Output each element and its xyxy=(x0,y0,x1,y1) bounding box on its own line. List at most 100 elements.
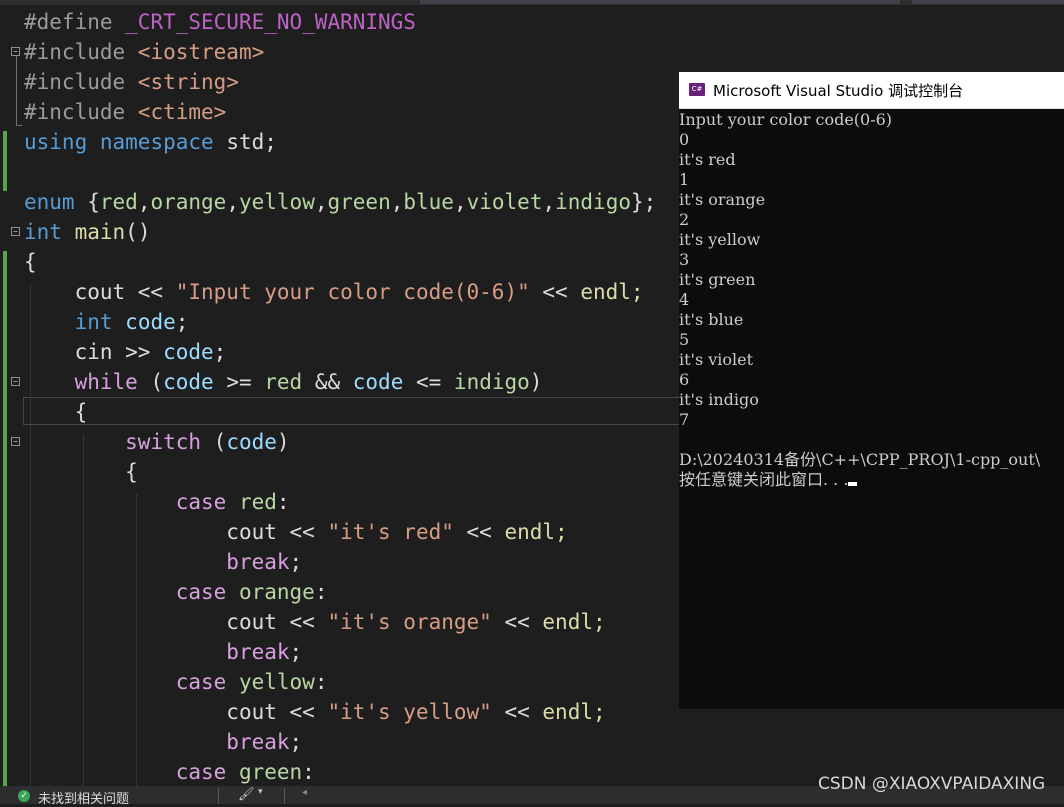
semicolon: ; xyxy=(289,550,303,574)
semicolon: ; xyxy=(289,640,303,664)
variable-code: code xyxy=(352,370,404,394)
code-line-case-yellow[interactable]: case yellow: xyxy=(24,667,328,697)
brush-icon[interactable]: 🖌 xyxy=(238,787,255,802)
endl-manipulator: endl; xyxy=(504,520,568,544)
main-parens: () xyxy=(125,220,151,244)
variable-code: code xyxy=(163,370,214,394)
code-line-case-orange[interactable]: case orange: xyxy=(24,577,328,607)
code-line-using[interactable]: using namespace std; xyxy=(24,127,277,157)
colon: : xyxy=(276,490,290,514)
console-line: 5 xyxy=(679,330,690,349)
console-output[interactable]: Input your color code(0-6) 0 it's red 1 … xyxy=(679,110,1064,490)
watermark: CSDN @XIAOXVPAIDAXING xyxy=(818,774,1046,794)
include-header: <string> xyxy=(137,70,239,94)
cout-stream: cout << xyxy=(226,520,328,544)
code-line-cout-red[interactable]: cout << "it's red" << endl; xyxy=(24,517,568,547)
debug-console-window[interactable]: C# Microsoft Visual Studio 调试控制台 Input y… xyxy=(679,72,1064,709)
chevron-down-icon[interactable]: ▾ xyxy=(258,787,263,797)
scroll-left-icon[interactable]: ◂ xyxy=(302,787,307,798)
stream-operator: << xyxy=(491,610,543,634)
collapse-include-block-icon[interactable]: − xyxy=(11,47,20,56)
console-line: it's green xyxy=(679,270,756,289)
outline-line xyxy=(16,56,17,126)
code-line-switch[interactable]: switch (code) xyxy=(24,427,289,457)
console-line: 6 xyxy=(679,370,690,389)
console-title-bar[interactable]: C# Microsoft Visual Studio 调试控制台 xyxy=(679,72,1064,109)
visual-studio-console-icon: C# xyxy=(689,83,705,96)
keyword-case: case xyxy=(175,580,227,604)
collapse-switch-icon[interactable]: − xyxy=(11,437,20,446)
enum-value-green: green xyxy=(327,190,391,214)
text-cursor xyxy=(848,482,858,486)
code-line-case-red[interactable]: case red: xyxy=(24,487,290,517)
include-header: <iostream> xyxy=(137,40,265,64)
keyword-break: break xyxy=(226,550,290,574)
enum-value-blue: blue xyxy=(403,190,454,214)
string-literal: "it's orange" xyxy=(327,610,492,634)
console-line: it's indigo xyxy=(679,390,759,409)
code-line-cin[interactable]: cin >> code; xyxy=(24,337,227,367)
variable-code: code xyxy=(163,340,214,364)
include-header: <ctime> xyxy=(137,100,227,124)
colon: : xyxy=(314,670,328,694)
case-label-orange: orange xyxy=(238,580,315,604)
code-line-int-code[interactable]: int code; xyxy=(24,307,189,337)
outline-end xyxy=(16,125,22,126)
cin-stream: cin >> xyxy=(74,340,164,364)
code-line-while[interactable]: while (code >= red && code <= indigo) xyxy=(24,367,543,397)
open-brace: { xyxy=(125,460,138,484)
console-line: 4 xyxy=(679,290,690,309)
macro-name: _CRT_SECURE_NO_WARNINGS xyxy=(125,10,416,34)
code-line-define[interactable]: #define _CRT_SECURE_NO_WARNINGS xyxy=(24,7,416,37)
check-circle-icon[interactable]: ✓ xyxy=(18,790,30,802)
code-line-include-iostream[interactable]: #include <iostream> xyxy=(24,37,264,67)
code-line-main-open-brace[interactable]: { xyxy=(24,247,37,277)
status-text[interactable]: 未找到相关问题 xyxy=(38,788,129,807)
operator-le: <= xyxy=(403,370,454,394)
endl-manipulator: endl; xyxy=(542,610,606,634)
code-line-cout-orange[interactable]: cout << "it's orange" << endl; xyxy=(24,607,606,637)
code-line-cout-prompt[interactable]: cout << "Input your color code(0-6)" << … xyxy=(24,277,644,307)
code-line-enum[interactable]: enum {red,orange,yellow,green,blue,viole… xyxy=(24,187,656,217)
console-prompt-text: 按任意键关闭此窗口. . . xyxy=(679,470,849,489)
console-line: 3 xyxy=(679,250,690,269)
include-directive: #include xyxy=(24,40,138,64)
while-close-paren: ) xyxy=(529,370,543,394)
keyword-break: break xyxy=(226,730,290,754)
member-dropdown[interactable] xyxy=(912,0,1064,4)
code-line-case-green[interactable]: case green: xyxy=(24,757,315,786)
code-line-break-red[interactable]: break; xyxy=(24,547,302,577)
include-directive: #include xyxy=(24,100,138,124)
cout-stream: cout << xyxy=(74,280,176,304)
colon: : xyxy=(302,760,315,784)
code-line-main[interactable]: int main() xyxy=(24,217,150,247)
keyword-while: while xyxy=(74,370,138,394)
case-label-red: red xyxy=(238,490,277,514)
keyword-case: case xyxy=(175,760,227,784)
console-line: 0 xyxy=(679,130,690,149)
enum-value-violet: violet xyxy=(466,190,543,214)
console-line: it's blue xyxy=(679,310,744,329)
string-literal: "it's red" xyxy=(327,520,454,544)
console-line: D:\20240314备份\C++\CPP_PROJ\1-cpp_out\ xyxy=(679,450,1041,469)
code-line-cout-yellow[interactable]: cout << "it's yellow" << endl; xyxy=(24,697,605,727)
enum-value-indigo: indigo xyxy=(555,190,631,214)
code-line-include-ctime[interactable]: #include <ctime> xyxy=(24,97,226,127)
stream-operator: << xyxy=(529,280,581,304)
code-line-switch-open-brace[interactable]: { xyxy=(24,457,138,487)
code-line-break-orange[interactable]: break; xyxy=(24,637,302,667)
namespace-std: std; xyxy=(226,130,277,154)
keyword-int: int xyxy=(74,310,113,334)
navigation-dropdown[interactable] xyxy=(420,0,900,4)
code-line-break-yellow[interactable]: break; xyxy=(24,727,302,757)
console-title: Microsoft Visual Studio 调试控制台 xyxy=(713,82,964,100)
status-separator xyxy=(218,788,219,804)
code-line-include-string[interactable]: #include <string> xyxy=(24,67,239,97)
semicolon: ; xyxy=(213,340,227,364)
code-line-while-open-brace[interactable]: { xyxy=(24,397,88,427)
collapse-main-icon[interactable]: − xyxy=(11,227,20,236)
keyword-break: break xyxy=(226,640,290,664)
open-brace: { xyxy=(24,250,37,274)
enum-open-brace: { xyxy=(74,190,100,214)
collapse-while-icon[interactable]: − xyxy=(11,377,20,386)
